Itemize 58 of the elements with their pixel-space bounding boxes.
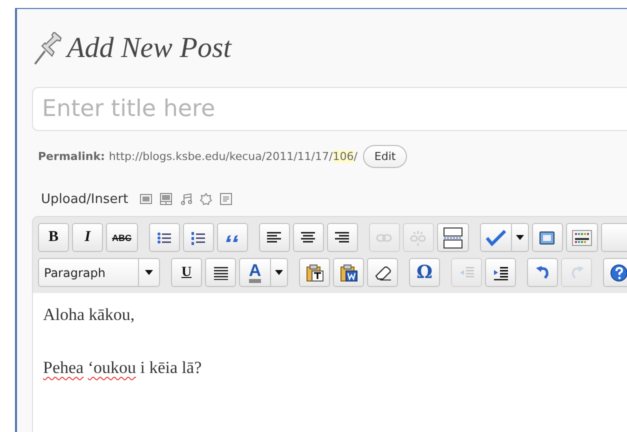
paste-text-icon	[306, 264, 324, 282]
indent-icon	[492, 264, 508, 280]
toolbar-button[interactable]	[532, 223, 562, 252]
align-left-icon	[266, 230, 282, 246]
edit-button[interactable]: Edit	[363, 144, 407, 168]
image-icon[interactable]	[140, 193, 152, 205]
permalink-label: Permalink:	[38, 150, 105, 162]
special-character-button[interactable]: Ω	[409, 258, 440, 287]
toolbar-button[interactable]	[299, 258, 330, 287]
toolbar-button[interactable]	[436, 223, 468, 252]
toolbar-button[interactable]	[292, 223, 324, 252]
align-right-icon	[334, 230, 350, 246]
toolbar-button[interactable]	[485, 258, 516, 287]
editor-area[interactable]: Aloha kākou, Pehea ‘oukou i kēia lā?	[32, 293, 627, 432]
strikethrough-button[interactable]: ABC	[106, 223, 138, 252]
title-field[interactable]: Enter title here	[32, 87, 627, 131]
toolbar-button[interactable]	[603, 258, 627, 287]
eraser-icon	[374, 264, 392, 280]
pushpin-icon	[32, 32, 64, 66]
paste-word-icon	[340, 264, 358, 282]
undo-icon	[534, 264, 550, 280]
toolbar-button[interactable]	[333, 258, 364, 287]
music-icon[interactable]	[180, 193, 192, 205]
format-select[interactable]: Paragraph	[38, 258, 160, 287]
upload-insert-label: Upload/Insert	[41, 192, 128, 206]
bullet-list-icon	[156, 230, 172, 246]
help-icon	[610, 264, 627, 282]
permalink-url[interactable]: http://blogs.ksbe.edu/kecua/2011/11/17/106/	[108, 150, 358, 162]
spellcheck-button[interactable]	[480, 223, 528, 252]
document-icon[interactable]	[220, 193, 232, 205]
toolbar-button[interactable]	[148, 223, 180, 252]
numbered-list-icon	[190, 230, 206, 246]
spellcheck-icon	[484, 228, 506, 246]
bold-button[interactable]: B	[38, 223, 69, 252]
justify-icon	[212, 264, 228, 280]
caret-icon	[145, 270, 153, 275]
video-icon[interactable]	[160, 193, 172, 205]
grid-icon	[572, 230, 592, 246]
underline-button[interactable]: U	[171, 258, 202, 287]
paragraph-text: Aloha kākou,	[43, 305, 136, 325]
caret-icon	[516, 235, 524, 240]
caret-icon	[275, 270, 283, 275]
star-icon[interactable]	[200, 193, 212, 205]
italic-button[interactable]: I	[72, 223, 103, 252]
outdent-icon	[458, 264, 474, 280]
text-color-button[interactable]: A	[239, 258, 288, 287]
paragraph-text: Pehea ‘oukou i kēia lā?	[43, 358, 203, 378]
toolbar-button[interactable]	[566, 223, 598, 252]
toolbar-button[interactable]	[205, 258, 236, 287]
broken-link-icon	[410, 230, 426, 246]
window-icon	[539, 230, 555, 246]
page-break-icon	[442, 226, 462, 248]
align-center-icon	[300, 230, 316, 246]
toolbar-button[interactable]	[258, 223, 290, 252]
toolbar-button[interactable]	[326, 223, 358, 252]
page-title: Add New Post	[67, 32, 232, 65]
toolbar-button[interactable]	[182, 223, 214, 252]
toolbar-button[interactable]	[367, 258, 398, 287]
